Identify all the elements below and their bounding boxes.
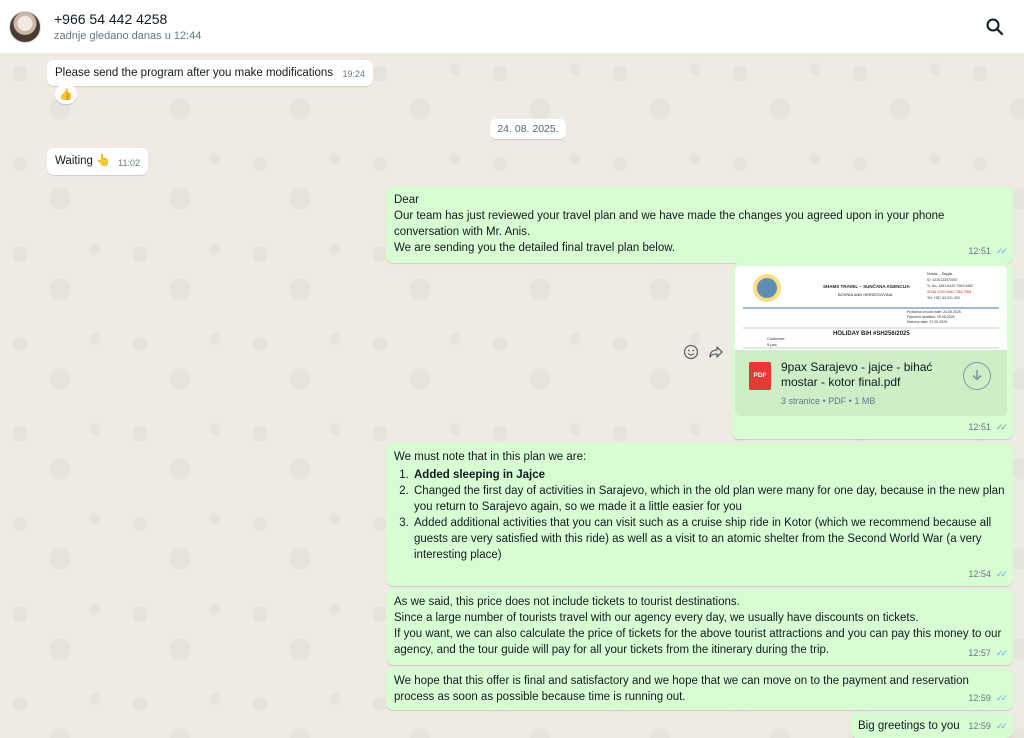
message-line: We are sending you the detailed final tr… — [394, 242, 676, 254]
download-icon[interactable] — [963, 362, 991, 390]
double-check-icon: ✓✓ — [995, 721, 1008, 731]
message-time: 12:51 — [968, 246, 991, 256]
preview-company: SHAMS TRAVEL – SUNČANA AGENCIJA — [823, 283, 911, 289]
message-incoming[interactable]: Waiting 👆 11:02 — [47, 148, 148, 175]
message-line: We must note that in this plan we are: — [394, 451, 587, 463]
message-text: Big greetings to you — [858, 720, 960, 732]
chat-area[interactable]: Please send the program after you make m… — [0, 54, 1024, 738]
preview-right-line: SH3A 2204 0940-7363-7964 — [927, 290, 971, 294]
reaction-badge[interactable]: 👍 — [55, 84, 77, 104]
changes-list: Added sleeping in Jajce Changed the firs… — [394, 467, 1005, 563]
message-outgoing[interactable]: Big greetings to you 12:59 ✓✓ — [850, 713, 1013, 738]
double-check-icon: ✓✓ — [995, 693, 1008, 703]
message-time: 12:51 — [968, 422, 991, 432]
contact-name[interactable]: +966 54 442 4258 — [54, 10, 201, 28]
emoji-icon[interactable] — [681, 342, 701, 362]
message-line: Since a large number of tourists travel … — [394, 612, 919, 624]
preview-country: BOSNIA AND HERZEGOVINA — [838, 292, 893, 297]
preview-right-line: ID: 4220133070007 — [927, 278, 958, 282]
preview-title: HOLIDAY BiH #SH256/2025 — [833, 331, 910, 337]
message-outgoing[interactable]: We hope that this offer is final and sat… — [386, 668, 1013, 710]
message-time: 19:24 — [342, 69, 365, 79]
preview-date-line: Proforma Invoice date: 24.08.2025. — [907, 310, 962, 314]
document-file-name[interactable]: 9pax Sarajevo - jajce - bihać mostar - k… — [781, 360, 951, 390]
preview-date-line: Delivery date: 07.09.2025. — [907, 320, 948, 324]
document-preview-image: SHAMS TRAVEL – SUNČANA AGENCIJA BOSNIA A… — [743, 271, 999, 349]
message-line: If you want, we can also calculate the p… — [394, 628, 1005, 656]
message-text: Waiting 👆 — [55, 155, 111, 167]
message-outgoing[interactable]: Dear Our team has just reviewed your tra… — [386, 187, 1013, 263]
preview-customer-label: Customer: — [767, 336, 785, 341]
contact-info[interactable]: +966 54 442 4258 zadnje gledano danas u … — [54, 10, 201, 44]
message-line: Dear — [394, 194, 419, 206]
double-check-icon: ✓✓ — [995, 422, 1008, 432]
message-line: Our team has just reviewed your travel p… — [394, 210, 948, 238]
list-item: Added sleeping in Jajce — [412, 467, 1005, 483]
document-preview[interactable]: SHAMS TRAVEL – SUNČANA AGENCIJA BOSNIA A… — [735, 266, 1007, 350]
message-time: 12:59 — [968, 721, 991, 731]
chat-header[interactable]: +966 54 442 4258 zadnje gledano danas u … — [0, 0, 1024, 54]
document-info-bar[interactable]: PDF 9pax Sarajevo - jajce - bihać mostar… — [735, 350, 1007, 416]
preview-date-line: Payment deadline: 25.08.2025. — [907, 315, 955, 319]
message-time: 11:02 — [118, 158, 140, 168]
double-check-icon: ✓✓ — [995, 246, 1008, 256]
message-text: Please send the program after you make m… — [55, 67, 334, 79]
avatar[interactable] — [9, 10, 41, 43]
preview-right-line: Tel: +387 63 021 000 — [927, 296, 960, 300]
message-line: As we said, this price does not include … — [394, 596, 740, 608]
message-time: 12:59 — [968, 693, 991, 703]
preview-right-line: Tr. No. 1061-0022-7063-9482 — [927, 284, 973, 288]
forward-icon[interactable] — [706, 342, 726, 362]
pdf-file-icon: PDF — [749, 362, 771, 390]
message-time: 12:54 — [968, 569, 991, 579]
document-file-info: 3 stranice • PDF • 1 MB — [781, 396, 876, 406]
message-line: We hope that this offer is final and sat… — [394, 675, 973, 703]
message-document[interactable]: SHAMS TRAVEL – SUNČANA AGENCIJA BOSNIA A… — [732, 263, 1013, 439]
double-check-icon: ✓✓ — [995, 648, 1008, 658]
list-item: Added additional activities that you can… — [412, 515, 1005, 563]
preview-customer-value: 9 pax — [767, 342, 777, 347]
date-divider: 24. 08. 2025. — [490, 119, 566, 139]
last-seen-status: zadnje gledano danas u 12:44 — [54, 29, 202, 42]
message-outgoing[interactable]: We must note that in this plan we are: A… — [386, 443, 1013, 586]
preview-right-line: Mostar – Šapjak — [927, 271, 953, 276]
message-incoming[interactable]: Please send the program after you make m… — [47, 60, 373, 86]
message-time: 12:57 — [968, 648, 991, 658]
search-icon[interactable] — [984, 16, 1006, 38]
list-item: Changed the first day of activities in S… — [412, 483, 1005, 515]
double-check-icon: ✓✓ — [995, 569, 1008, 579]
message-outgoing[interactable]: As we said, this price does not include … — [386, 589, 1013, 665]
